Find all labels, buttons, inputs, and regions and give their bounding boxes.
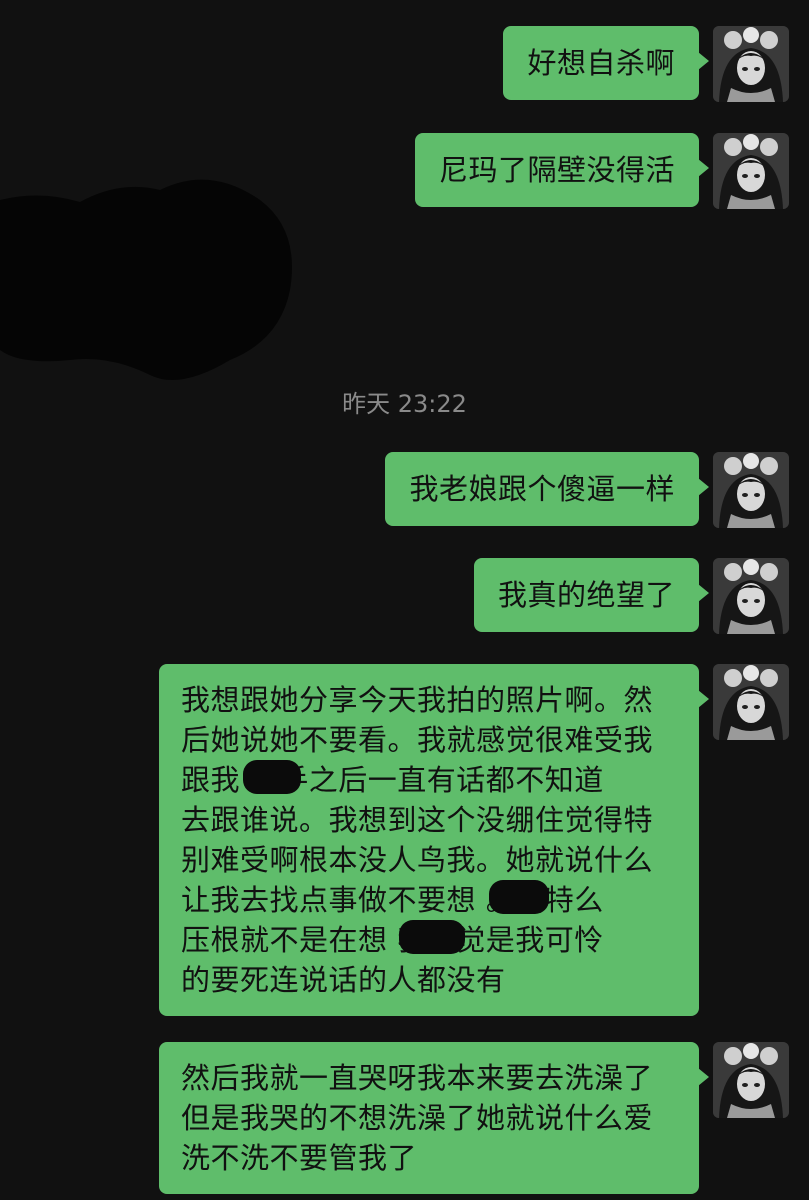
avatar[interactable] — [713, 452, 789, 528]
avatar[interactable] — [713, 558, 789, 634]
anime-girl-avatar-icon — [713, 558, 789, 634]
message-line: 但是我哭的不想洗澡了她就说什么爱 — [181, 1101, 654, 1135]
message-text: 尼玛了隔壁没得活 — [438, 153, 675, 187]
avatar[interactable] — [713, 26, 789, 102]
redacted-blob — [0, 179, 292, 380]
message-bubble[interactable]: 然后我就一直哭呀我本来要去洗澡了 但是我哭的不想洗澡了她就说什么爱 洗不洗不要管… — [159, 1042, 709, 1194]
message-row: 尼玛了隔壁没得活 — [414, 133, 789, 209]
anime-girl-avatar-icon — [713, 664, 789, 740]
redaction-mark — [399, 920, 465, 954]
message-text: 好想自杀啊 — [527, 46, 675, 80]
message-line: 洗不洗不要管我了 — [181, 1141, 418, 1175]
redaction-mark — [489, 880, 549, 914]
message-row: 我老娘跟个傻逼一样 — [385, 452, 789, 528]
message-bubble[interactable]: 我老娘跟个傻逼一样 — [385, 452, 709, 526]
message-line: 然后我就一直哭呀我本来要去洗澡了 — [181, 1061, 654, 1095]
message-row: 我想跟她分享今天我拍的照片啊。然 后她说她不要看。我就感觉很难受我 跟我 分手之… — [159, 664, 789, 1016]
message-text: 我老娘跟个傻逼一样 — [409, 472, 675, 506]
message-line: 的要死连说话的人都没有 — [181, 963, 506, 997]
message-row: 好想自杀啊 — [503, 26, 789, 102]
message-line: 我想跟她分享今天我拍的照片啊。然 — [181, 683, 654, 717]
message-line: 后她说她不要看。我就感觉很难受我 — [181, 723, 654, 757]
anime-girl-avatar-icon — [713, 1042, 789, 1118]
message-bubble[interactable]: 好想自杀啊 — [503, 26, 709, 100]
message-bubble[interactable]: 我想跟她分享今天我拍的照片啊。然 后她说她不要看。我就感觉很难受我 跟我 分手之… — [159, 664, 709, 1016]
message-line: 去跟谁说。我想到这个没绷住觉得特 — [181, 803, 654, 837]
avatar[interactable] — [713, 133, 789, 209]
message-bubble[interactable]: 尼玛了隔壁没得活 — [414, 133, 710, 207]
message-line: 别难受啊根本没人鸟我。她就说什么 — [181, 843, 654, 877]
message-row: 然后我就一直哭呀我本来要去洗澡了 但是我哭的不想洗澡了她就说什么爱 洗不洗不要管… — [159, 1042, 789, 1194]
anime-girl-avatar-icon — [713, 452, 789, 528]
anime-girl-avatar-icon — [713, 26, 789, 102]
avatar[interactable] — [713, 1042, 789, 1118]
redaction-mark — [243, 760, 301, 794]
message-row: 我真的绝望了 — [473, 558, 789, 634]
message-bubble[interactable]: 我真的绝望了 — [473, 558, 710, 632]
message-text: 我真的绝望了 — [497, 578, 675, 612]
anime-girl-avatar-icon — [713, 133, 789, 209]
chat-view: 好想自杀啊 尼玛了隔壁没得活 昨天 23:22 我老娘跟个傻逼一样 我真的绝望了… — [0, 0, 809, 1200]
message-line: 让我去找点事做不要想 。我特么 — [181, 883, 604, 917]
avatar[interactable] — [713, 664, 789, 740]
timestamp: 昨天 23:22 — [342, 390, 467, 418]
